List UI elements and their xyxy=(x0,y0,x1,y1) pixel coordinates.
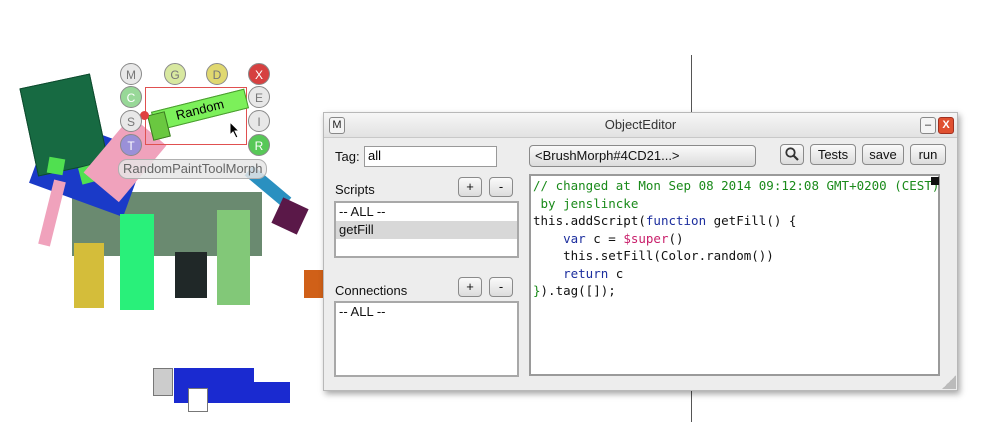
light-green-bar-morph[interactable] xyxy=(217,210,250,305)
scripts-label: Scripts xyxy=(335,182,375,197)
save-button[interactable]: save xyxy=(862,144,904,165)
mustard-bar-morph[interactable] xyxy=(74,243,104,308)
code-comment-line-2: by jenslincke xyxy=(533,195,639,211)
close-icon: X xyxy=(942,119,950,131)
connections-list[interactable]: -- ALL -- xyxy=(334,301,519,377)
scripts-list[interactable]: -- ALL -- getFill xyxy=(334,201,519,258)
code-line-3b: function xyxy=(645,213,707,228)
script-item-all[interactable]: -- ALL -- xyxy=(336,203,517,221)
halo-copy-handle[interactable]: C xyxy=(120,86,142,108)
halo-grab-handle[interactable]: G xyxy=(164,63,186,85)
code-line-3c: getFill() { xyxy=(706,213,797,228)
tag-input[interactable]: all xyxy=(364,146,497,167)
script-item-getfill[interactable]: getFill xyxy=(336,221,517,239)
code-line-3a: this.addScript( xyxy=(533,213,646,228)
add-connection-button[interactable]: + xyxy=(458,277,482,297)
remove-script-button[interactable]: - xyxy=(489,177,513,197)
code-comment-line-1: // changed at Mon Sep 08 2014 09:12:08 G… xyxy=(533,178,940,193)
tag-label: Tag: xyxy=(335,149,360,164)
pink-stick-morph[interactable] xyxy=(38,179,66,247)
halo-close-handle[interactable]: X xyxy=(248,63,270,85)
code-line-4a xyxy=(533,231,563,246)
code-line-6c: c xyxy=(608,265,624,281)
halo-inspect-handle[interactable]: I xyxy=(248,110,270,132)
halo-edit-handle[interactable]: E xyxy=(248,86,270,108)
halo-scale-handle[interactable]: S xyxy=(120,110,142,132)
close-button[interactable]: X xyxy=(938,117,954,134)
charcoal-bar-morph[interactable] xyxy=(175,252,207,298)
gray-square-morph[interactable] xyxy=(153,368,173,396)
minimize-button[interactable]: – xyxy=(920,117,936,134)
small-green-square-1[interactable] xyxy=(46,156,66,176)
halo-duplicate-handle[interactable]: D xyxy=(206,63,228,85)
code-line-4e: () xyxy=(668,230,684,246)
code-line-4d: $super xyxy=(623,230,669,246)
code-line-5: this.setFill(Color.random()) xyxy=(533,248,774,263)
remove-connection-button[interactable]: - xyxy=(489,277,513,297)
window-title: ObjectEditor xyxy=(604,117,677,132)
search-button[interactable] xyxy=(780,144,804,165)
mouse-cursor-icon xyxy=(229,121,241,139)
mint-bar-morph[interactable] xyxy=(120,214,154,310)
connections-label: Connections xyxy=(335,283,408,298)
code-editor[interactable]: // changed at Mon Sep 08 2014 09:12:08 G… xyxy=(529,174,940,376)
add-script-button[interactable]: + xyxy=(458,177,482,197)
connection-item-all[interactable]: -- ALL -- xyxy=(336,303,517,321)
magnifier-icon xyxy=(785,147,799,161)
window-titlebar[interactable]: M ObjectEditor – X xyxy=(324,113,957,138)
run-button[interactable]: run xyxy=(910,144,946,165)
code-line-7b: ).tag([]); xyxy=(540,283,616,298)
target-morph-selector[interactable]: <BrushMorph#4CD21...> xyxy=(529,145,756,167)
halo-rotate-handle[interactable]: R xyxy=(248,134,270,156)
code-status-marker xyxy=(931,177,939,185)
white-square-morph[interactable] xyxy=(188,388,208,412)
resize-handle[interactable] xyxy=(942,375,956,389)
code-line-4c: c = xyxy=(585,230,624,246)
code-line-7a: } xyxy=(533,283,541,298)
code-line-6a xyxy=(533,266,563,281)
tests-button[interactable]: Tests xyxy=(810,144,856,165)
halo-menu-handle[interactable]: M xyxy=(120,63,142,85)
morph-name-label: RandomPaintToolMorph xyxy=(118,159,268,179)
object-editor-window[interactable]: M ObjectEditor – X Tag: all <BrushMorph#… xyxy=(323,112,958,391)
halo-tag-handle[interactable]: T xyxy=(120,134,142,156)
code-line-6b: return xyxy=(563,265,609,281)
code-line-4b: var xyxy=(563,230,586,246)
